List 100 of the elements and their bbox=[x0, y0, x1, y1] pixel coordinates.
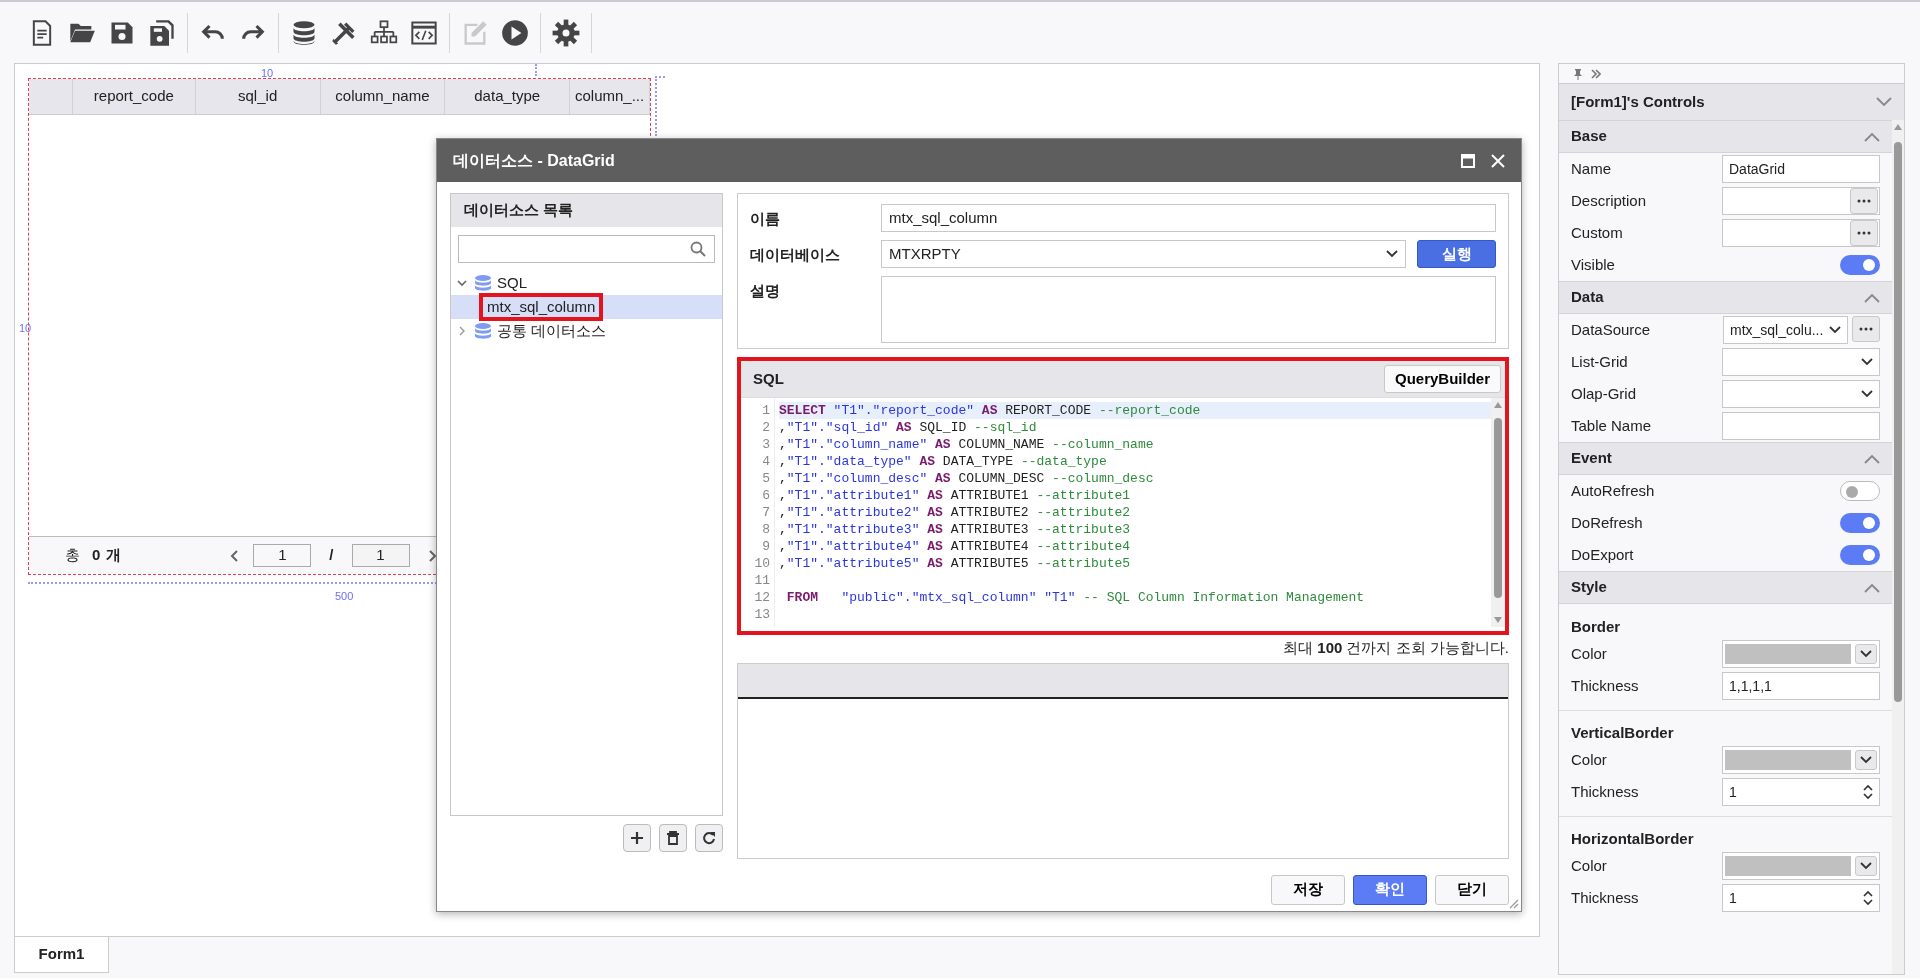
code-line: ,"T1"."attribute4" AS ATTRIBUTE4 --attribute4 bbox=[779, 538, 1132, 555]
maximize-icon[interactable] bbox=[1461, 153, 1475, 168]
toggle-switch[interactable] bbox=[1840, 545, 1880, 565]
confirm-button[interactable]: 확인 bbox=[1353, 874, 1427, 905]
dropdown-button[interactable] bbox=[1855, 644, 1877, 664]
code-line: FROM "public"."mtx_sql_column" "T1" -- SQL Column Information Management bbox=[785, 589, 1366, 606]
column-header[interactable]: data_type bbox=[445, 79, 571, 114]
save-all-icon[interactable] bbox=[148, 19, 176, 47]
dropdown-button[interactable] bbox=[1855, 856, 1877, 876]
section-title: Event bbox=[1571, 448, 1612, 469]
pin-icon[interactable] bbox=[1573, 67, 1583, 80]
property-label: AutoRefresh bbox=[1571, 480, 1655, 501]
chevron-right-icon[interactable] bbox=[457, 326, 467, 336]
group-heading: HorizontalBorder bbox=[1571, 828, 1694, 849]
code-window-icon[interactable] bbox=[410, 19, 438, 47]
double-chevron-icon[interactable] bbox=[1591, 68, 1601, 79]
ellipsis-button[interactable] bbox=[1850, 188, 1878, 214]
page-field[interactable]: 1 bbox=[253, 544, 312, 567]
property-label: Olap-Grid bbox=[1571, 383, 1637, 404]
add-button[interactable] bbox=[623, 824, 651, 852]
text-field[interactable]: DataGrid bbox=[1722, 155, 1880, 183]
dialog-button[interactable]: 닫기 bbox=[1435, 874, 1509, 905]
ellipsis-button[interactable] bbox=[1850, 220, 1878, 246]
column-header[interactable]: sql_id bbox=[195, 79, 321, 114]
toggle-switch[interactable] bbox=[1840, 513, 1880, 533]
delete-button[interactable] bbox=[659, 824, 687, 852]
property-label: DoExport bbox=[1571, 544, 1634, 565]
resize-grip-icon[interactable] bbox=[1509, 899, 1519, 909]
caret-icon bbox=[1861, 358, 1873, 366]
query-builder-button[interactable]: QueryBuilder bbox=[1383, 365, 1501, 393]
spin-arrows-icon[interactable] bbox=[1863, 784, 1873, 800]
property-label: List-Grid bbox=[1571, 351, 1628, 372]
dropdown[interactable]: MTXRPTY bbox=[881, 240, 1406, 268]
line-number: 3 bbox=[761, 436, 770, 453]
chevron-up-icon[interactable] bbox=[1864, 292, 1880, 303]
database-icon bbox=[473, 274, 493, 292]
code-line: ,"T1"."data_type" AS DATA_TYPE --data_type bbox=[779, 453, 1108, 470]
chevron-down-icon[interactable] bbox=[457, 278, 467, 288]
property-label: Color bbox=[1571, 643, 1607, 664]
text-field[interactable]: mtx_sql_column bbox=[881, 204, 1496, 232]
code-line: ,"T1"."attribute5" AS ATTRIBUTE5 --attribute5 bbox=[779, 555, 1132, 572]
chevron-up-icon[interactable] bbox=[1864, 453, 1880, 464]
column-header[interactable]: report_code bbox=[72, 79, 196, 114]
chevron-down-icon[interactable] bbox=[1876, 97, 1892, 107]
number-spinner[interactable]: 1 bbox=[1722, 884, 1880, 912]
line-number: 1 bbox=[761, 402, 770, 419]
color-picker[interactable] bbox=[1722, 640, 1880, 668]
line-number: 7 bbox=[761, 504, 770, 521]
form-tab[interactable]: Form1 bbox=[14, 937, 109, 973]
property-label: Color bbox=[1571, 855, 1607, 876]
color-picker[interactable] bbox=[1722, 746, 1880, 774]
color-picker[interactable] bbox=[1722, 852, 1880, 880]
dropdown[interactable]: mtx_sql_colu... bbox=[1723, 316, 1848, 344]
toggle-switch[interactable] bbox=[1840, 481, 1880, 501]
number-spinner[interactable]: 1 bbox=[1722, 778, 1880, 806]
chevron-up-icon[interactable] bbox=[1864, 582, 1880, 593]
search-field[interactable] bbox=[458, 235, 715, 263]
section-title: Base bbox=[1571, 126, 1607, 147]
caret-icon bbox=[1860, 756, 1872, 764]
run-button[interactable]: 실행 bbox=[1417, 240, 1496, 268]
line-number: 6 bbox=[761, 487, 770, 504]
tree-item[interactable]: SQL bbox=[493, 273, 531, 293]
close-icon[interactable] bbox=[1491, 153, 1505, 168]
add-icon bbox=[630, 831, 644, 845]
spinner-value: 1 bbox=[1729, 782, 1737, 802]
page-count-field: 1 bbox=[351, 544, 410, 567]
play-icon[interactable] bbox=[501, 19, 529, 47]
column-header[interactable]: column_... bbox=[570, 79, 650, 114]
ellipsis-icon bbox=[1857, 199, 1871, 203]
column-header[interactable]: column_name bbox=[320, 79, 446, 114]
section-title: Data bbox=[1571, 287, 1604, 308]
dropdown-button[interactable] bbox=[1855, 750, 1877, 770]
line-number: 5 bbox=[761, 470, 770, 487]
code-line: ,"T1"."sql_id" AS SQL_ID --sql_id bbox=[779, 419, 1038, 436]
tree-item[interactable]: mtx_sql_column bbox=[479, 293, 604, 321]
property-label: Custom bbox=[1571, 222, 1623, 243]
property-label: Thickness bbox=[1571, 887, 1639, 908]
caret-icon bbox=[1386, 250, 1398, 258]
field-label: 설명 bbox=[750, 281, 781, 301]
refresh-button[interactable] bbox=[695, 824, 723, 852]
ellipsis-button[interactable] bbox=[1852, 316, 1880, 342]
total-label: 총 bbox=[65, 545, 80, 566]
text-field[interactable] bbox=[1722, 412, 1880, 440]
toggle-switch[interactable] bbox=[1840, 255, 1880, 275]
settings-icon[interactable] bbox=[552, 19, 580, 47]
text-field[interactable]: 1,1,1,1 bbox=[1722, 672, 1880, 700]
property-label: Table Name bbox=[1571, 415, 1652, 436]
dialog-button[interactable]: 저장 bbox=[1271, 874, 1345, 905]
ellipsis-field[interactable] bbox=[1722, 219, 1880, 247]
tree-item[interactable]: 공통 데이터소스 bbox=[493, 321, 611, 341]
property-label: Color bbox=[1571, 749, 1607, 770]
spin-arrows-icon[interactable] bbox=[1863, 890, 1873, 906]
ellipsis-field[interactable] bbox=[1722, 187, 1880, 215]
database-icon bbox=[473, 322, 493, 340]
search-icon[interactable] bbox=[690, 241, 706, 257]
chevron-up-icon[interactable] bbox=[1864, 131, 1880, 142]
section-title: Style bbox=[1571, 577, 1607, 598]
field-label: 이름 bbox=[750, 209, 781, 229]
field-label: 데이터베이스 bbox=[750, 245, 841, 265]
page-separator: / bbox=[329, 545, 334, 566]
